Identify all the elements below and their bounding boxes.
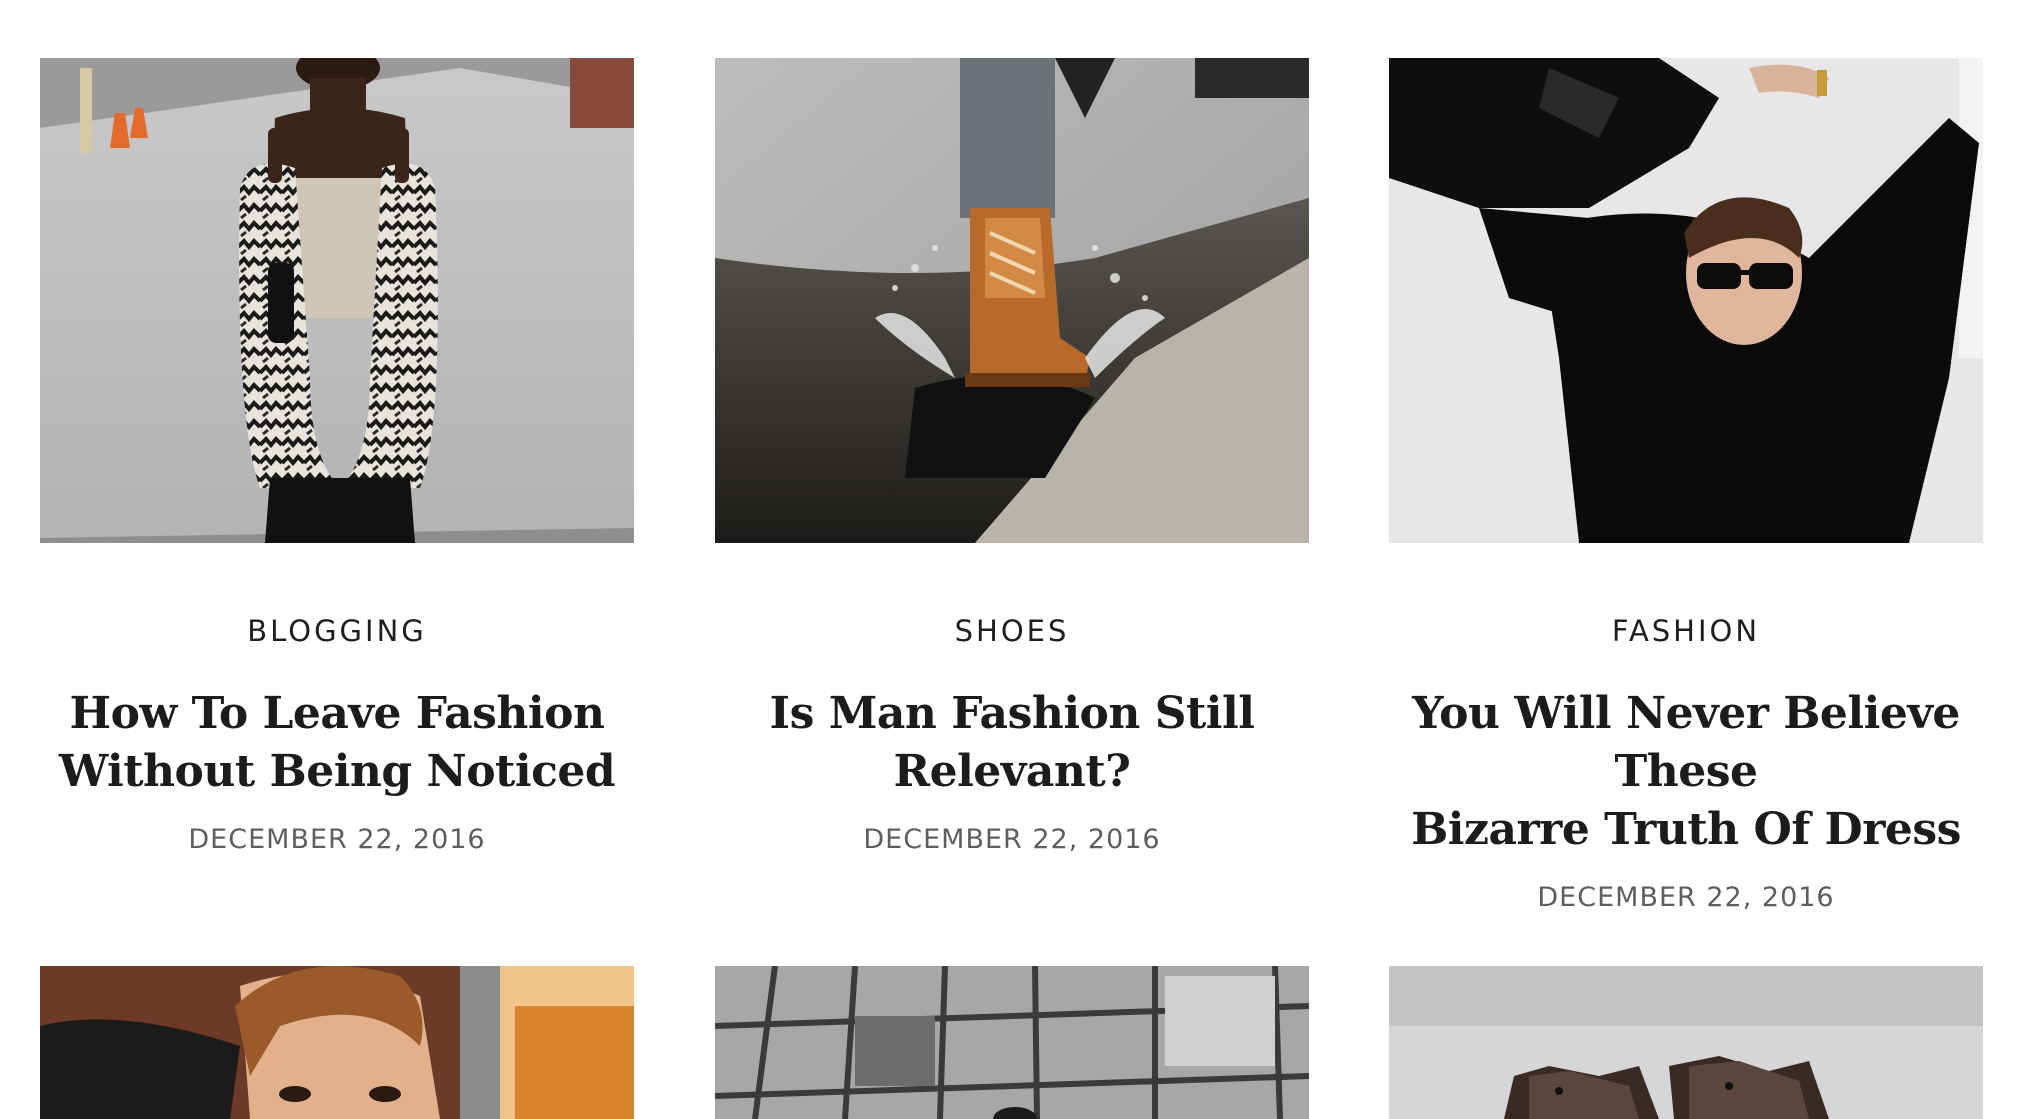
post-title-line: You Will Never Believe These xyxy=(1412,688,1960,797)
post-date: DECEMBER 22, 2016 xyxy=(863,824,1161,855)
post-title-line: How To Leave Fashion xyxy=(69,688,605,739)
post-title-link[interactable]: How To Leave Fashion Without Being Notic… xyxy=(40,685,634,801)
post-thumbnail[interactable] xyxy=(1389,966,1983,1119)
woman-knit-cardigan-photo-icon xyxy=(40,58,634,543)
man-portrait-photo-icon xyxy=(40,966,634,1119)
boot-splash-photo-icon xyxy=(715,58,1309,543)
post-date: DECEMBER 22, 2016 xyxy=(188,824,486,855)
leather-boots-photo-icon xyxy=(1389,966,1983,1119)
post-title-link[interactable]: Is Man Fashion Still Relevant? xyxy=(715,685,1309,801)
post-card: FASHION You Will Never Believe These Biz… xyxy=(1389,58,1983,915)
post-title-line: Is Man Fashion Still xyxy=(769,688,1255,739)
glass-building-photo-icon xyxy=(715,966,1309,1119)
post-title-link[interactable]: You Will Never Believe These Bizarre Tru… xyxy=(1389,685,1983,859)
post-thumbnail[interactable] xyxy=(715,58,1309,543)
post-card: SHOES Is Man Fashion Still Relevant? DEC… xyxy=(715,58,1309,857)
post-category-link[interactable]: BLOGGING xyxy=(40,613,634,649)
post-thumbnail[interactable] xyxy=(715,966,1309,1119)
post-date: DECEMBER 22, 2016 xyxy=(1537,882,1835,913)
post-title-line: Bizarre Truth Of Dress xyxy=(1411,804,1961,855)
man-sunglasses-photo-icon xyxy=(1389,58,1983,543)
blog-post-grid: BLOGGING How To Leave Fashion Without Be… xyxy=(0,0,2044,1119)
post-thumbnail[interactable] xyxy=(40,58,634,543)
post-thumbnail[interactable] xyxy=(40,966,634,1119)
post-thumbnail[interactable] xyxy=(1389,58,1983,543)
post-title-line: Without Being Noticed xyxy=(58,746,616,797)
post-card: BLOGGING How To Leave Fashion Without Be… xyxy=(40,58,634,857)
post-category-link[interactable]: SHOES xyxy=(715,613,1309,649)
post-category-link[interactable]: FASHION xyxy=(1389,613,1983,649)
post-title-line: Relevant? xyxy=(893,746,1131,797)
